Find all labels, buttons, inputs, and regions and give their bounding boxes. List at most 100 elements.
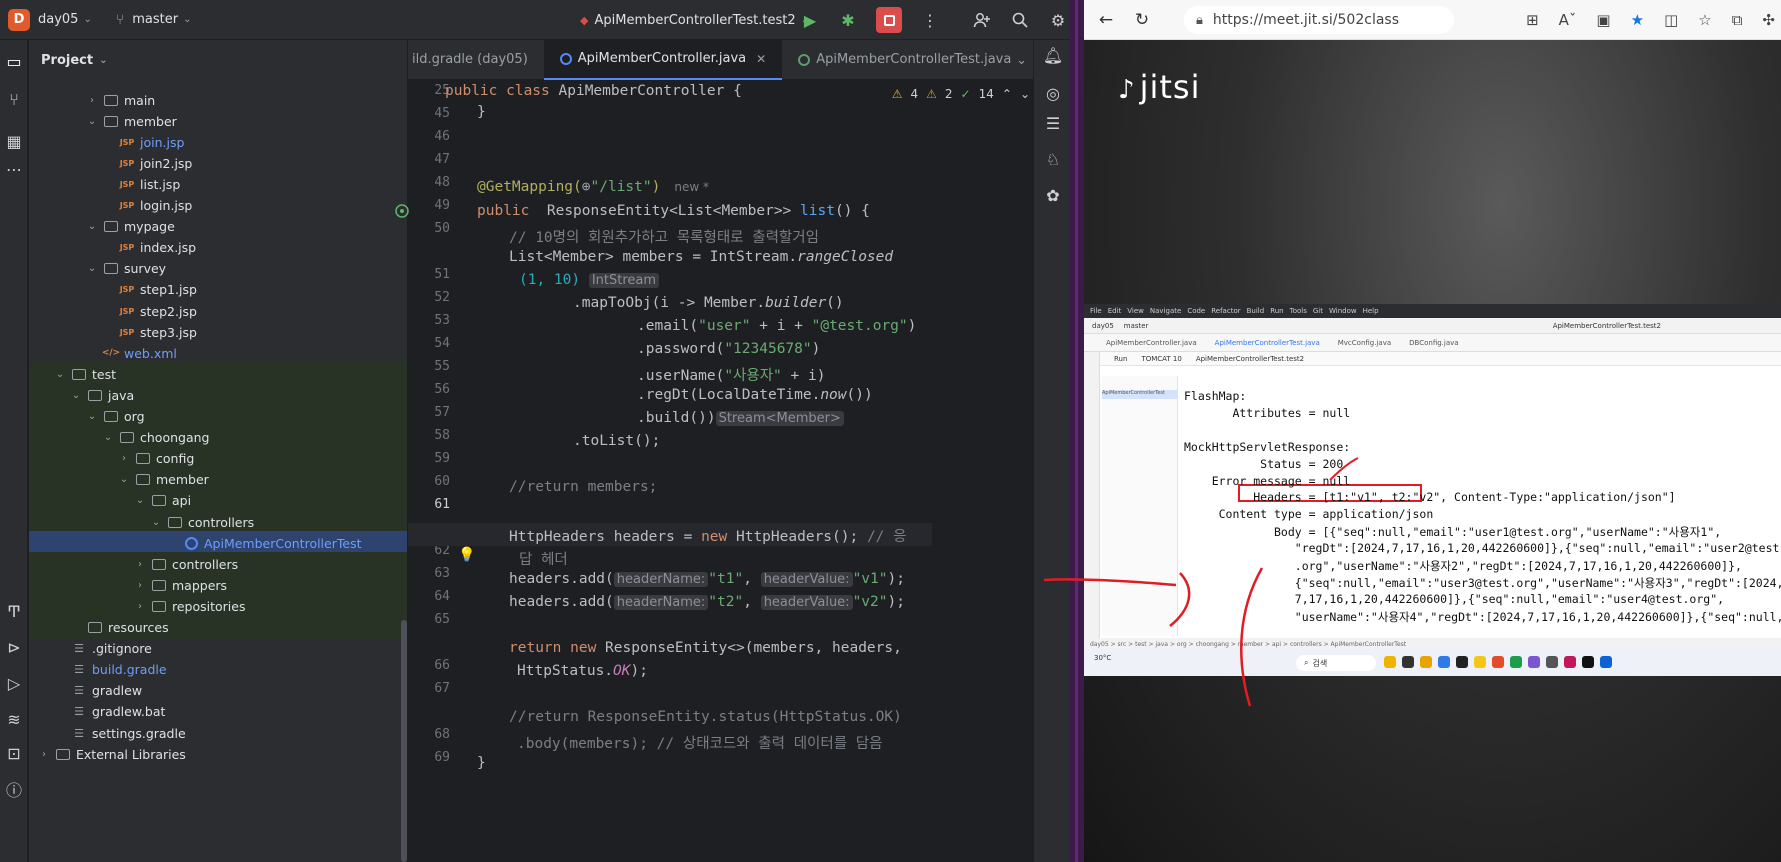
chevron-down-icon[interactable]: ⌄	[1016, 53, 1027, 68]
read-aloud-icon[interactable]: Aˇ	[1559, 11, 1577, 29]
python-icon[interactable]: ✿	[1042, 184, 1064, 206]
class-icon	[183, 536, 199, 550]
close-icon[interactable]: ✕	[756, 52, 766, 66]
terminal-t-icon[interactable]: Ͳ	[3, 600, 25, 622]
chevron-right-icon[interactable]: ›	[133, 559, 147, 570]
ai-assistant-icon[interactable]: ◎	[1042, 82, 1064, 104]
chevron-down-icon[interactable]: ⌄	[133, 495, 147, 506]
lightbulb-icon[interactable]: 💡	[458, 547, 475, 563]
more-icon[interactable]: ⋯	[3, 158, 25, 180]
taskbar-app-icon	[1564, 656, 1576, 668]
tab-api-member-controller[interactable]: ApiMemberController.java ✕	[543, 39, 783, 80]
console-line: 7,17,16,1,20,442260600]},{"seq":null,"em…	[1184, 591, 1725, 606]
folder-icon	[103, 114, 119, 128]
meeting-view: ♪ jitsi File Edit View Navigate Code Refactor B…	[1084, 40, 1781, 862]
favorite-star-icon[interactable]: ★	[1631, 11, 1644, 29]
window-divider[interactable]	[1070, 0, 1084, 862]
jsp-file-icon: JSP	[119, 306, 135, 316]
collections-icon[interactable]: ⧉	[1732, 11, 1743, 29]
run-icon[interactable]: ▶	[800, 10, 820, 30]
inspection-widget[interactable]: ⚠ 4 ⚠ 2 ✓ 14 ⌃ ⌄	[892, 81, 1030, 107]
structure-icon[interactable]: ▦	[3, 130, 25, 152]
code-line-51: .mapToObj(i -> Member.builder()	[573, 295, 844, 311]
project-scrollbar[interactable]	[401, 620, 407, 862]
tree-item[interactable]: › External Libraries	[29, 742, 407, 766]
gradle-icon[interactable]: ♘	[1042, 148, 1064, 170]
app-icon[interactable]: ⊞	[1526, 11, 1539, 29]
code-line-50-wrap: (1, 10) IntStream	[519, 272, 660, 288]
chevron-down-icon[interactable]: ⌄	[85, 221, 99, 232]
layers-icon[interactable]: ≋	[3, 708, 25, 730]
taskbar-app-icon	[1546, 656, 1558, 668]
jsp-file-icon: JSP	[119, 285, 135, 295]
project-badge[interactable]: D	[8, 8, 30, 31]
chevron-right-icon[interactable]: ›	[133, 580, 147, 591]
commit-icon[interactable]: ⑂	[3, 88, 25, 110]
terminal-icon[interactable]: ⊡	[3, 742, 25, 764]
tab-label: ApiMemberControllerTest.java	[816, 52, 1012, 67]
problems-icon[interactable]: ⓘ	[3, 778, 25, 800]
shared-menu-item: Run	[1270, 307, 1284, 315]
chevron-right-icon[interactable]: ›	[133, 601, 147, 612]
stop-button[interactable]	[876, 7, 902, 33]
chevron-down-icon: ⌄	[83, 14, 92, 25]
notifications-icon[interactable]: 🔔︎	[1042, 44, 1064, 66]
extensions-icon[interactable]: ✣	[1762, 11, 1775, 29]
line-number: 61	[434, 497, 450, 512]
tab-label: ApiMemberController.java	[577, 51, 747, 66]
back-icon[interactable]: ←	[1092, 6, 1120, 34]
tree-item-label: .gitignore	[92, 641, 152, 657]
chevron-down-icon[interactable]: ⌄	[149, 517, 163, 528]
add-user-icon[interactable]	[972, 10, 992, 30]
tree-item-label: test	[92, 366, 117, 382]
tree-item-label: repositories	[172, 598, 246, 614]
favorites-icon[interactable]: ☆	[1698, 11, 1711, 29]
chevron-down-icon[interactable]: ⌄	[85, 411, 99, 422]
address-bar[interactable]: 🔒︎ https://meet.jit.si/502class	[1184, 6, 1454, 34]
chevron-down-icon[interactable]: ⌄	[85, 263, 99, 274]
split-screen-icon[interactable]: ◫	[1664, 11, 1678, 29]
project-name[interactable]: day05	[38, 12, 78, 27]
chevron-right-icon[interactable]: ›	[37, 749, 51, 760]
chevron-down-icon[interactable]: ⌄	[1020, 87, 1030, 101]
tree-item-label: list.jsp	[140, 176, 181, 192]
tree-item-label: build.gradle	[92, 662, 167, 678]
services-icon[interactable]: ⊳	[3, 636, 25, 658]
endpoint-gutter-icon[interactable]	[394, 203, 410, 223]
branch-name[interactable]: master	[132, 12, 178, 27]
chevron-right-icon[interactable]: ›	[117, 453, 131, 464]
database-icon[interactable]: ☰	[1042, 112, 1064, 134]
chevron-down-icon[interactable]: ⌄	[53, 369, 67, 380]
code-area[interactable]: 25 public class ApiMemberController { ⚠ 4…	[395, 81, 1070, 862]
refresh-icon[interactable]: ↻	[1128, 6, 1156, 34]
media-icon[interactable]: ▣	[1596, 11, 1610, 29]
chevron-down-icon[interactable]: ⌄	[101, 432, 115, 443]
tree-item-label: ApiMemberControllerTest	[204, 535, 362, 551]
chevron-up-icon[interactable]: ⌃	[1002, 87, 1012, 101]
run-tool-icon[interactable]: ▷	[3, 672, 25, 694]
run-config-selector[interactable]: ◆ ApiMemberControllerTest.test2 ⌄	[580, 0, 809, 40]
chevron-down-icon[interactable]: ⌄	[69, 390, 83, 401]
ok-count: 14	[978, 87, 994, 101]
tab-build-gradle[interactable]: ild.gradle (day05)	[408, 40, 544, 80]
weak-count: 2	[944, 87, 953, 101]
tree-item-label: member	[124, 113, 177, 129]
shared-console: FlashMap: Attributes = null MockHttpServl…	[1184, 389, 1781, 629]
more-actions-icon[interactable]: ⋮	[920, 10, 940, 30]
chevron-down-icon[interactable]: ⌄	[117, 474, 131, 485]
tab-api-member-controller-test[interactable]: ApiMemberControllerTest.java	[782, 40, 1027, 80]
search-icon[interactable]	[1010, 10, 1030, 30]
folder-icon[interactable]: ▭	[3, 50, 25, 72]
gear-icon[interactable]: ⚙	[1048, 10, 1068, 30]
line-number: 52	[434, 290, 450, 305]
debug-icon[interactable]: ✱	[838, 10, 858, 30]
shared-project: day05	[1092, 321, 1114, 330]
file-icon: ☰	[74, 642, 84, 656]
chevron-down-icon: ⌄	[183, 14, 192, 25]
project-panel-header[interactable]: Project ⌄	[29, 40, 407, 80]
line-number: 68	[434, 727, 450, 742]
chevron-down-icon[interactable]: ⌄	[85, 116, 99, 127]
taskbar-app-icon	[1492, 656, 1504, 668]
chevron-right-icon[interactable]: ›	[85, 95, 99, 106]
tree-item-label: survey	[124, 261, 167, 277]
